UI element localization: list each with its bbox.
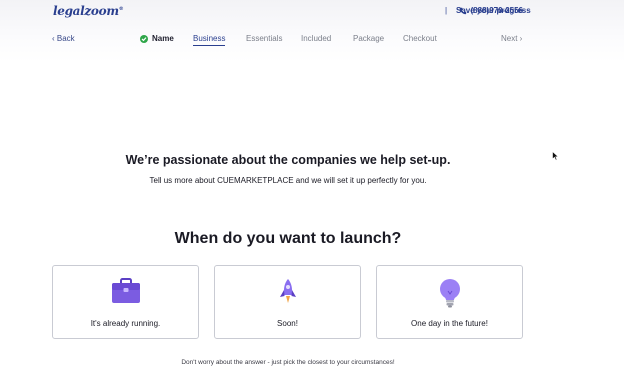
back-button[interactable]: ‹ Back	[52, 33, 75, 44]
rocket-icon	[279, 279, 296, 303]
option-label: Soon!	[277, 319, 298, 328]
step-package[interactable]: Package	[353, 33, 384, 44]
step-essentials[interactable]: Essentials	[246, 33, 282, 44]
step-name[interactable]: Name	[140, 33, 174, 44]
option-soon[interactable]: Soon!	[214, 265, 361, 339]
logo-text: legalzoom	[53, 4, 119, 18]
step-included[interactable]: Included	[301, 33, 331, 44]
step-name-label: Name	[152, 34, 174, 43]
answer-footnote: Don't worry about the answer - just pick…	[181, 359, 395, 366]
launch-question: When do you want to launch?	[174, 230, 402, 247]
top-header: legalzoom® (888)970-2556 | Save your pro…	[0, 0, 624, 62]
legalzoom-logo[interactable]: legalzoom®	[53, 4, 124, 18]
next-button[interactable]: Next ›	[501, 33, 522, 44]
save-progress-link[interactable]: Save your progress	[456, 6, 531, 15]
check-icon	[140, 34, 148, 43]
step-navigation: ‹ Back Name Business Essentials Included…	[0, 33, 624, 47]
mouse-cursor-icon	[552, 151, 559, 161]
option-label: It's already running.	[90, 319, 161, 328]
logo-registered-mark: ®	[118, 6, 124, 12]
step-checkout[interactable]: Checkout	[403, 33, 437, 44]
lightbulb-icon	[439, 279, 460, 308]
page-subtext: Tell us more about CUEMARKETPLACE and we…	[149, 176, 427, 185]
option-already-running[interactable]: It's already running.	[52, 265, 199, 339]
page-headline: We’re passionate about the companies we …	[125, 153, 451, 167]
briefcase-icon	[111, 278, 140, 303]
option-label: One day in the future!	[411, 319, 488, 328]
header-separator: |	[445, 6, 448, 15]
option-future[interactable]: One day in the future!	[376, 265, 523, 339]
step-business[interactable]: Business	[193, 33, 226, 46]
